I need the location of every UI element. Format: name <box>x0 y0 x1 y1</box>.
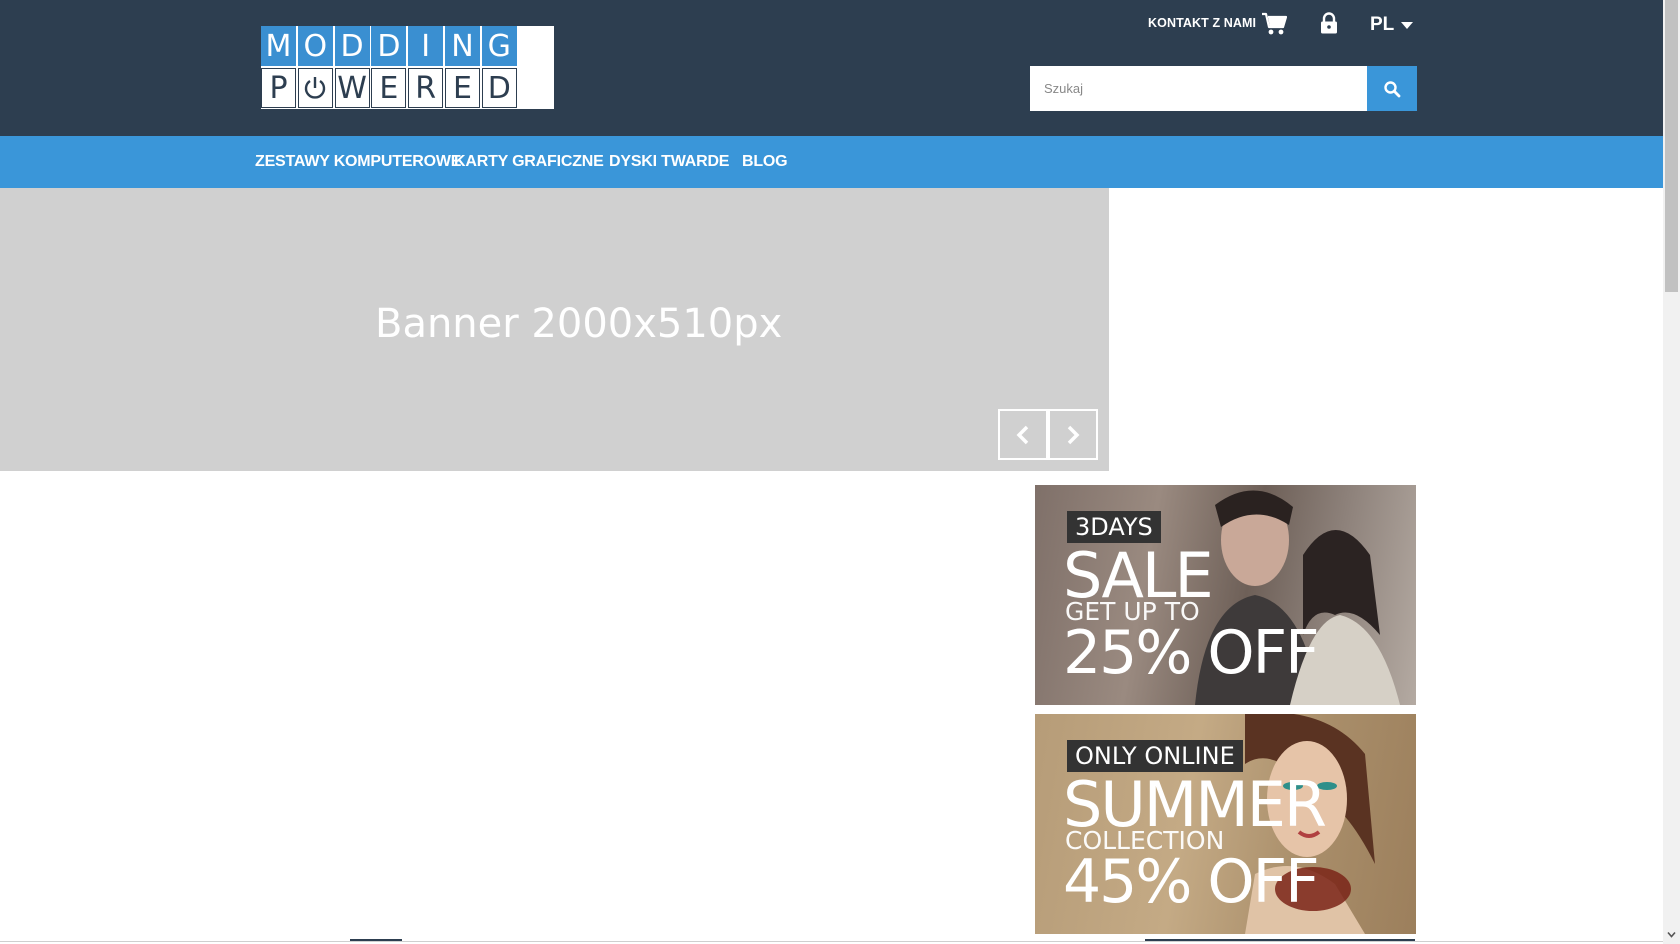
search-button[interactable] <box>1367 66 1417 111</box>
chevron-down-icon[interactable] <box>1667 930 1676 939</box>
nav-item-zestawy-komputerowe[interactable]: ZESTAWY KOMPUTEROWE <box>255 153 461 171</box>
cart-icon[interactable] <box>1261 12 1287 36</box>
logo-letter: D <box>334 26 370 66</box>
logo-letter: E <box>371 68 407 108</box>
divider-mark <box>1145 939 1415 941</box>
chevron-down-icon <box>1401 21 1414 29</box>
language-label: PL <box>1370 14 1395 35</box>
site-logo[interactable]: M O D D I N G P W E R E D <box>261 26 554 109</box>
logo-letter: E <box>444 68 480 108</box>
logo-top-row: M O D D I N G <box>261 26 554 67</box>
page-scrollbar[interactable] <box>1663 0 1680 944</box>
promo-banner-summer[interactable]: ONLY ONLINE SUMMER COLLECTION 45% OFF <box>1035 714 1416 934</box>
site-header: M O D D I N G P W E R E D KONTAKT Z NAMI… <box>0 0 1663 136</box>
page: M O D D I N G P W E R E D KONTAKT Z NAMI… <box>0 0 1663 944</box>
logo-letter: D <box>371 26 407 66</box>
logo-letter: G <box>481 26 517 66</box>
logo-letter: I <box>408 26 444 66</box>
logo-letter: R <box>408 68 444 108</box>
logo-letter: D <box>481 68 517 108</box>
slider-next-button[interactable] <box>1048 409 1098 460</box>
logo-letter: W <box>334 68 370 108</box>
logo-letter-power <box>297 68 333 108</box>
chevron-left-icon <box>1016 425 1029 444</box>
scrollbar-thumb[interactable] <box>1665 0 1678 292</box>
banner-text: Banner 2000x510px <box>375 301 783 347</box>
logo-bottom-row: P W E R E D <box>261 68 554 109</box>
slider-prev-button[interactable] <box>998 409 1048 460</box>
nav-item-blog[interactable]: BLOG <box>742 153 788 171</box>
search-input[interactable] <box>1030 66 1367 111</box>
logo-letter: M <box>261 26 296 66</box>
promo-banner-sale[interactable]: 3DAYS SALE GET UP TO 25% OFF <box>1035 485 1416 705</box>
nav-item-karty-graficzne[interactable]: KARTY GRAFICZNE <box>454 153 604 171</box>
main-nav: ZESTAWY KOMPUTEROWE KARTY GRAFICZNE DYSK… <box>0 136 1663 188</box>
logo-letter: N <box>444 26 480 66</box>
power-icon <box>305 77 326 99</box>
promo-discount: 25% OFF <box>1063 618 1320 688</box>
logo-letter: O <box>297 26 333 66</box>
divider-mark <box>350 939 402 941</box>
contact-link[interactable]: KONTAKT Z NAMI <box>1148 16 1256 30</box>
promo-discount: 45% OFF <box>1063 847 1320 917</box>
chevron-right-icon <box>1067 425 1080 444</box>
hero-banner[interactable]: Banner 2000x510px <box>0 188 1109 471</box>
search-icon <box>1384 80 1401 97</box>
logo-letter: P <box>261 68 296 108</box>
nav-item-dyski-twarde[interactable]: DYSKI TWARDE <box>609 153 729 171</box>
divider <box>0 941 1663 942</box>
language-selector[interactable]: PL <box>1370 14 1414 36</box>
lock-icon[interactable] <box>1320 12 1338 34</box>
